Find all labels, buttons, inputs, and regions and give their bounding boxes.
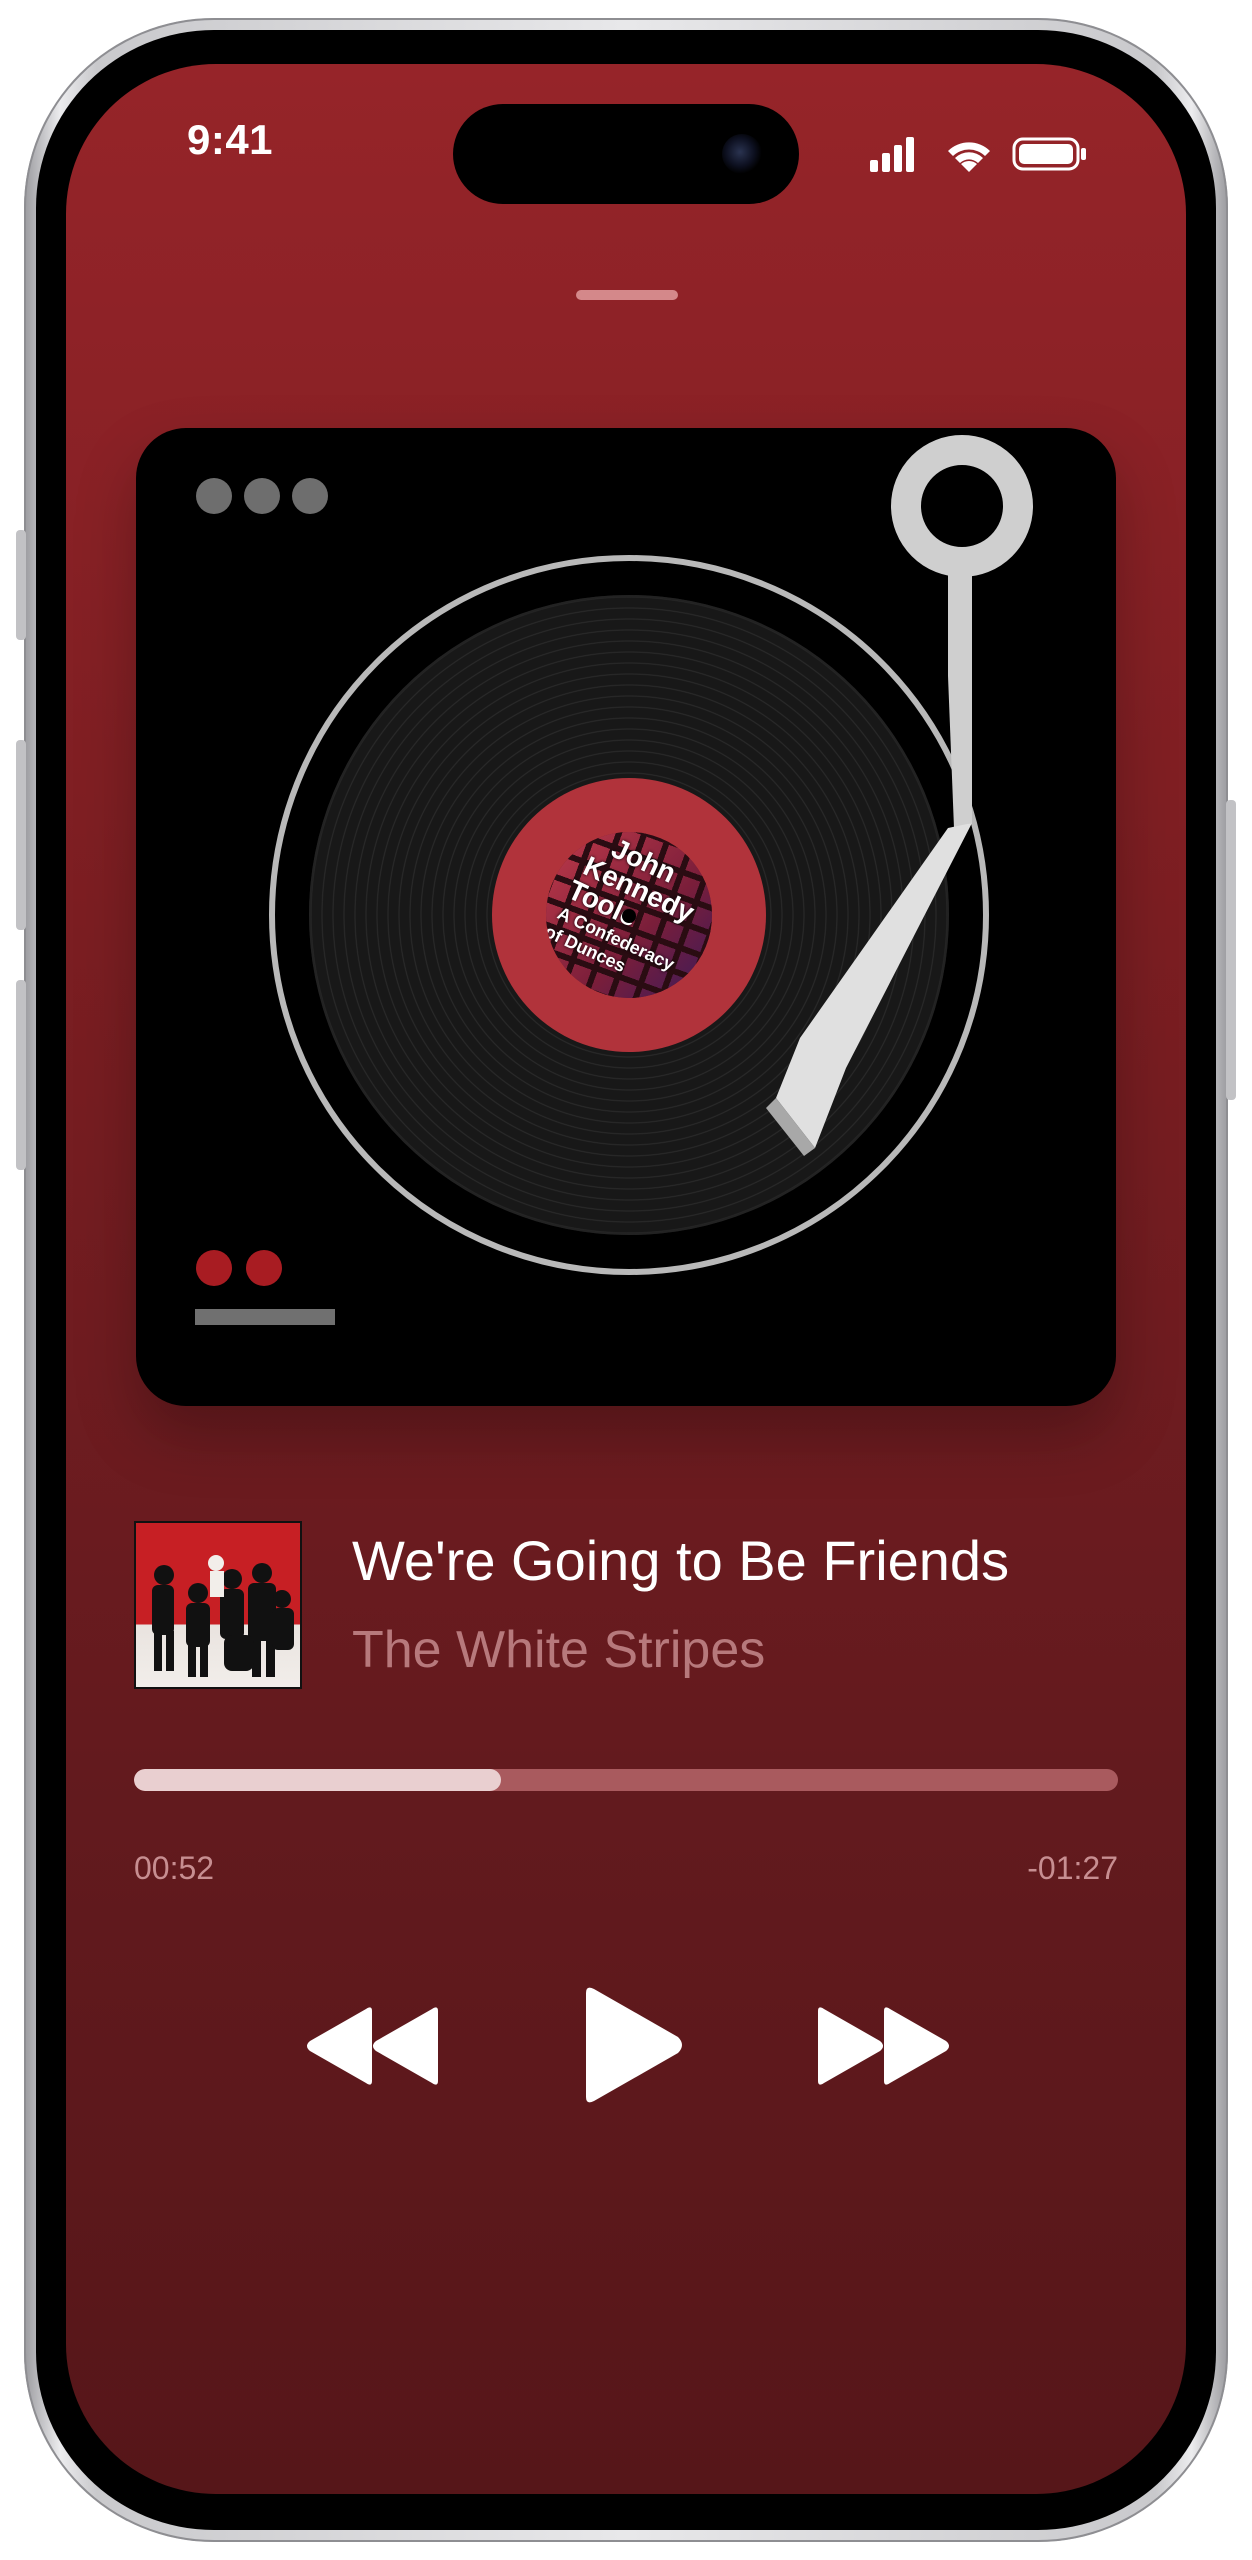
play-icon[interactable] bbox=[578, 1983, 686, 2107]
tonearm bbox=[766, 435, 1033, 1156]
album-artwork[interactable] bbox=[134, 1521, 302, 1689]
remaining-time: -01:27 bbox=[1027, 1850, 1118, 1886]
indicator-light bbox=[196, 1250, 232, 1286]
action-button bbox=[16, 530, 26, 640]
rewind-icon[interactable] bbox=[300, 2003, 444, 2089]
progress-slider[interactable] bbox=[134, 1769, 1118, 1791]
indicator-bar bbox=[195, 1309, 335, 1325]
power-button bbox=[1226, 800, 1236, 1100]
sheet-grabber[interactable] bbox=[576, 290, 678, 300]
volume-down-button bbox=[16, 980, 26, 1170]
status-time: 9:41 bbox=[186, 116, 274, 163]
progress-fill bbox=[134, 1769, 502, 1791]
artist-name[interactable]: The White Stripes bbox=[352, 1620, 765, 1680]
elapsed-time: 00:52 bbox=[134, 1850, 215, 1886]
battery-icon bbox=[1012, 137, 1086, 171]
front-camera bbox=[722, 134, 762, 174]
volume-up-button bbox=[16, 740, 26, 930]
turntable-card: John Kennedy Toole A Confederacy of Dunc… bbox=[136, 428, 1116, 1406]
wifi-icon bbox=[948, 142, 990, 172]
cellular-signal-icon bbox=[870, 137, 914, 172]
status-icons bbox=[870, 137, 1086, 172]
fast-forward-icon[interactable] bbox=[812, 2003, 956, 2089]
indicator-light bbox=[246, 1250, 282, 1286]
album-art-silhouettes bbox=[152, 1555, 294, 1677]
song-title: We're Going to Be Friends bbox=[352, 1529, 1010, 1592]
